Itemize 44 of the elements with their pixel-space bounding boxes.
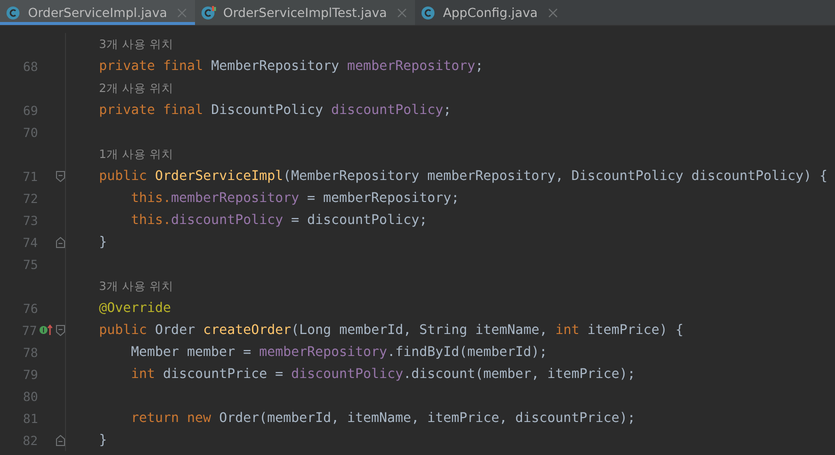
code-line: public Order createOrder(Long memberId, String itemName, int itemPrice) { (99, 322, 684, 338)
override-marker-icon[interactable] (39, 324, 53, 336)
usage-hint[interactable]: 1개 사용 위치 (99, 146, 174, 162)
fold-icon[interactable] (56, 236, 65, 248)
class-icon (201, 4, 218, 20)
close-icon[interactable] (548, 8, 558, 18)
editor-tab[interactable]: OrderServiceImplTest.java (195, 0, 415, 25)
line-number: 81 (22, 410, 38, 426)
code-line: this.memberRepository = memberRepository; (131, 190, 460, 206)
code-line: public OrderServiceImpl(MemberRepository memberRepository, DiscountPolicy discountPolicy) { (99, 168, 828, 184)
code-line: int discountPrice = discountPolicy.discount(member, itemPrice); (131, 366, 636, 382)
line-number: 79 (22, 366, 38, 382)
code-line: private final MemberRepository memberRepository; (99, 58, 484, 74)
code-line: @Override (99, 300, 172, 316)
fold-icon[interactable] (56, 170, 65, 182)
usage-hint[interactable]: 3개 사용 위치 (99, 278, 174, 294)
line-number: 76 (22, 300, 38, 316)
fold-icon[interactable] (56, 434, 65, 446)
line-number: 73 (22, 212, 38, 228)
code-line: } (99, 432, 108, 448)
line-number: 69 (22, 102, 38, 118)
line-number: 68 (22, 58, 38, 74)
line-number: 75 (22, 256, 38, 272)
code-line: this.discountPolicy = discountPolicy; (131, 212, 428, 228)
editor-tab[interactable]: OrderServiceImpl.java (0, 0, 196, 25)
fold-icon[interactable] (56, 324, 65, 336)
line-number: 78 (22, 344, 38, 360)
line-number: 70 (22, 124, 38, 140)
line-number: 80 (22, 388, 38, 404)
usage-hint[interactable]: 2개 사용 위치 (99, 80, 174, 96)
line-number: 74 (22, 234, 38, 250)
code-line: private final DiscountPolicy discountPolicy; (99, 102, 452, 118)
line-number: 82 (22, 432, 38, 448)
close-icon[interactable] (396, 8, 407, 18)
code-line: Member member = memberRepository.findById(memberId); (131, 344, 548, 360)
code-line: return new Order(memberId, itemName, itemPrice, discountPrice); (131, 410, 636, 426)
class-icon (420, 4, 437, 20)
line-number: 71 (22, 168, 38, 184)
code-line: } (99, 234, 108, 250)
class-icon (6, 4, 22, 20)
usage-hint[interactable]: 3개 사용 위치 (99, 36, 174, 52)
line-number: 77 (20, 322, 37, 338)
close-icon[interactable] (177, 8, 188, 18)
line-number: 72 (22, 190, 38, 206)
